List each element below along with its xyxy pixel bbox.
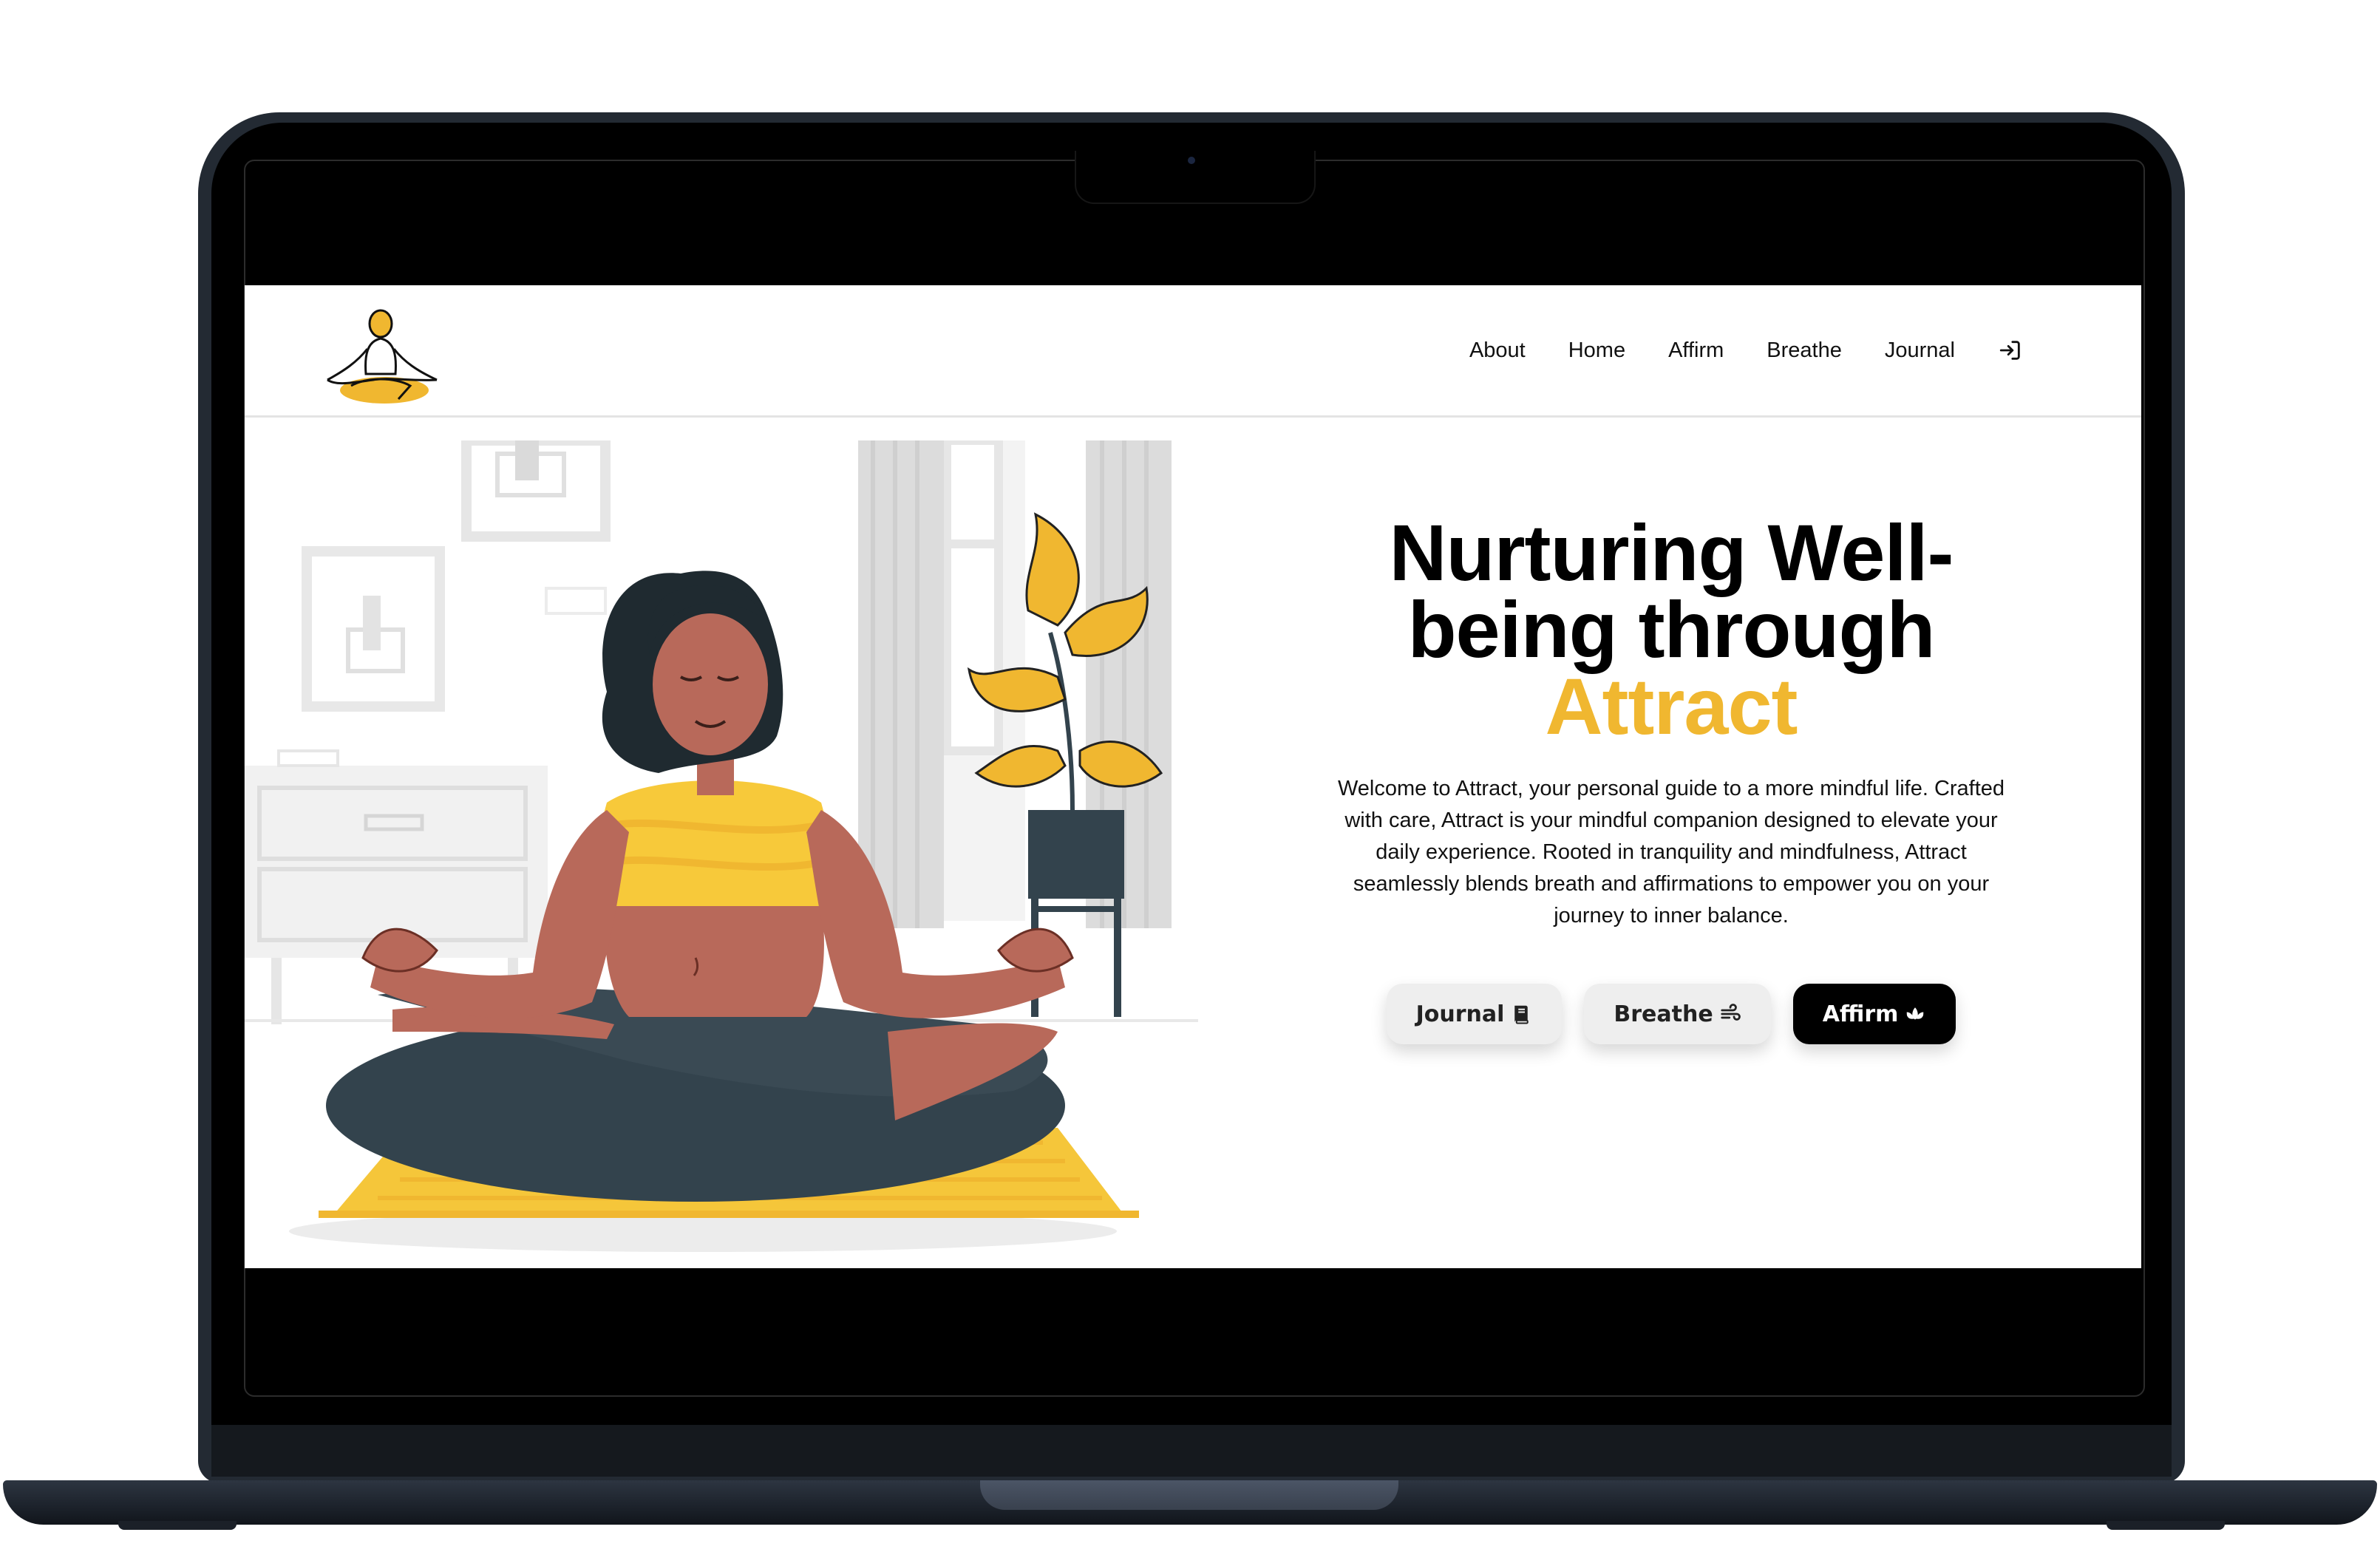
- laptop-foot-right: [2107, 1521, 2225, 1530]
- nav-journal[interactable]: Journal: [1885, 338, 1955, 363]
- cta-buttons: Journal Breathe Affirm: [1302, 984, 2041, 1044]
- breathe-button[interactable]: Breathe: [1584, 984, 1771, 1044]
- lotus-icon: [1907, 1007, 1924, 1020]
- camera-icon: [1188, 157, 1195, 164]
- affirm-button[interactable]: Affirm: [1792, 984, 1956, 1044]
- nav-affirm[interactable]: Affirm: [1668, 338, 1724, 363]
- main-nav: About Home Affirm Breathe Journal: [1469, 285, 2023, 415]
- nav-home[interactable]: Home: [1568, 338, 1625, 363]
- book-icon: [1514, 1005, 1529, 1024]
- hero-description: Welcome to Attract, your personal guide …: [1337, 777, 2005, 928]
- web-page: About Home Affirm Breathe Journal Nurtur…: [245, 285, 2141, 1268]
- navbar: About Home Affirm Breathe Journal: [245, 285, 2141, 418]
- journal-button-label: Journal: [1415, 1001, 1505, 1027]
- laptop-foot-left: [118, 1521, 237, 1530]
- hero-headline: Nurturing Well- being through Attract: [1302, 513, 2041, 751]
- affirm-button-label: Affirm: [1822, 1001, 1899, 1027]
- meditation-illustration: [245, 440, 1198, 1252]
- headline-brand: Attract: [1545, 661, 1798, 751]
- login-icon[interactable]: [1998, 338, 2023, 363]
- camera-notch: [1075, 151, 1316, 204]
- journal-button[interactable]: Journal: [1386, 984, 1563, 1044]
- nav-about[interactable]: About: [1469, 338, 1526, 363]
- laptop-chin: [211, 1425, 2172, 1477]
- meditation-logo-icon[interactable]: [322, 303, 447, 408]
- headline-line-1: Nurturing Well-: [1389, 508, 1954, 597]
- headline-line-2: being through: [1407, 585, 1936, 674]
- breathe-button-label: Breathe: [1614, 1001, 1713, 1027]
- laptop-opening-notch: [980, 1480, 1398, 1510]
- hero-section: Nurturing Well- being through Attract We…: [1302, 513, 2041, 1044]
- wind-icon: [1721, 1004, 1741, 1021]
- nav-breathe[interactable]: Breathe: [1767, 338, 1842, 363]
